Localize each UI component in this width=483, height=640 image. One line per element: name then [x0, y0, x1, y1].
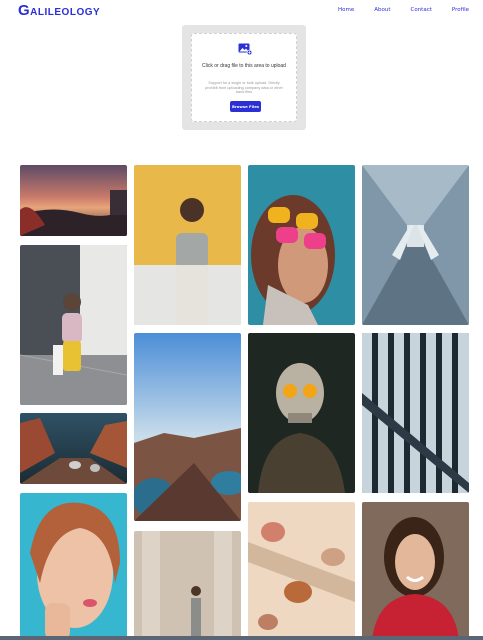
gallery-image-skull[interactable] [248, 333, 355, 493]
top-nav: Home About Contact Profile [318, 7, 469, 13]
logo[interactable]: GALILEOLOGY [18, 2, 100, 20]
nav-home[interactable]: Home [338, 7, 354, 13]
gallery-image-escalators[interactable] [362, 165, 469, 325]
gallery-image-stripes[interactable] [362, 333, 469, 493]
gallery-image-toddler[interactable] [20, 245, 127, 405]
bottom-scroll-bar [0, 636, 483, 640]
nav-contact[interactable]: Contact [410, 7, 431, 13]
gallery-image-woman-columns[interactable] [134, 531, 241, 640]
gallery-image-wine-glasses[interactable] [248, 502, 355, 640]
gallery-image-smiling-woman[interactable] [362, 502, 469, 640]
gallery-image-sunglasses-woman[interactable] [248, 165, 355, 325]
nav-about[interactable]: About [374, 7, 390, 13]
upload-description: Support for a single or bulk upload. Str… [205, 81, 283, 95]
gallery-image-coastal-bay[interactable] [134, 333, 241, 521]
browse-files-button[interactable]: Browse Files [230, 101, 261, 112]
gallery-image-woman-yellow-wall[interactable] [134, 165, 241, 325]
gallery-image-canyon[interactable] [20, 413, 127, 484]
upload-panel: Click or drag file to this area to uploa… [182, 25, 306, 130]
upload-title: Click or drag file to this area to uploa… [202, 63, 286, 69]
nav-profile[interactable]: Profile [452, 7, 469, 13]
gallery-image-freckles-girl[interactable] [20, 493, 127, 640]
logo-initial: G [18, 2, 31, 19]
logo-text: ALILEOLOGY [30, 7, 101, 18]
gallery-image-sunset[interactable] [20, 165, 127, 236]
image-upload-icon [238, 43, 252, 55]
upload-dropzone[interactable]: Click or drag file to this area to uploa… [191, 33, 297, 122]
